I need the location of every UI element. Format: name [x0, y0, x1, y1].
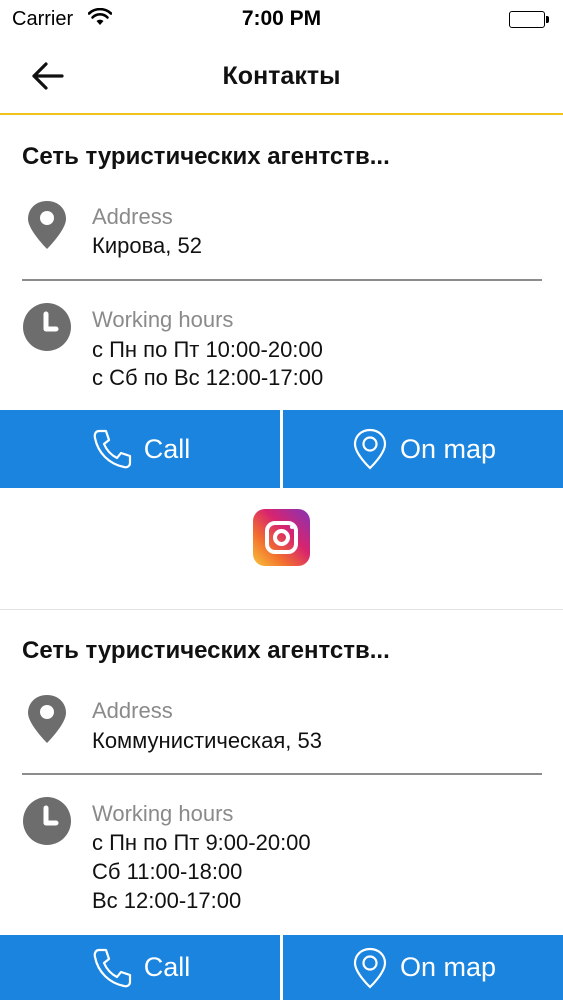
divider [22, 773, 542, 775]
card-separator [0, 609, 563, 610]
instagram-icon[interactable] [253, 509, 310, 566]
location-pin-icon [22, 693, 72, 750]
hours-label: Working hours [92, 307, 234, 332]
on-map-label: On map [399, 433, 497, 464]
on-map-button[interactable]: On map [283, 935, 563, 1000]
map-pin-icon [350, 427, 390, 471]
divider [22, 279, 542, 281]
call-label: Call [143, 952, 191, 982]
contact-title: Сеть туристических агентств... [22, 637, 390, 664]
clock-icon [22, 796, 72, 851]
hours-label: Working hours [92, 801, 234, 826]
map-pin-icon [350, 946, 390, 990]
location-pin-icon [22, 199, 72, 256]
phone-icon [90, 427, 134, 471]
address-value: Кирова, 52 [92, 233, 202, 258]
hours-line: с Пн по Пт 9:00-20:00 [92, 830, 311, 855]
contact-title: Сеть туристических агентств... [22, 143, 390, 170]
battery-icon [509, 11, 549, 28]
hours-line: Сб 11:00-18:00 [92, 859, 243, 884]
call-label: Call [143, 433, 191, 464]
address-value: Коммунистическая, 53 [92, 728, 323, 753]
on-map-button[interactable]: On map [283, 410, 563, 488]
hours-line: с Пн по Пт 10:00-20:00 [92, 337, 323, 362]
phone-icon [90, 946, 134, 990]
page-title: Контакты [222, 62, 341, 90]
navigation-bar: Контакты [0, 40, 563, 115]
on-map-label: On map [399, 952, 497, 982]
clock-icon [22, 302, 72, 357]
status-bar: Carrier 7:00 PM [0, 0, 563, 40]
call-button[interactable]: Call [0, 410, 280, 488]
call-button[interactable]: Call [0, 935, 280, 1000]
hours-line: с Сб по Вс 12:00-17:00 [92, 365, 324, 390]
status-time: 7:00 PM [241, 7, 322, 30]
address-label: Address [92, 698, 173, 723]
hours-line: Вс 12:00-17:00 [92, 888, 242, 913]
address-label: Address [92, 204, 173, 229]
